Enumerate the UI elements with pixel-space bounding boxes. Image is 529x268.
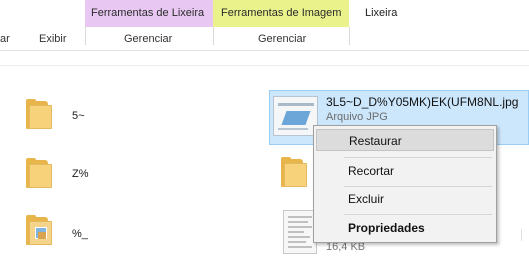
file-name[interactable]: Z% (72, 168, 89, 180)
selected-file-name[interactable]: 3L5~D_D%Y05MK)EK(UFM8NL.jpg (326, 95, 518, 109)
ribbon: Ferramentas de Lixeira Ferramentas de Im… (0, 0, 529, 50)
scrollbar[interactable] (521, 229, 529, 241)
menu-item-properties[interactable]: Propriedades (316, 217, 494, 239)
file-name[interactable]: 5~ (72, 110, 85, 122)
address-bar-area (0, 51, 529, 65)
folder-icon (26, 99, 52, 129)
folder-with-image-icon (26, 215, 52, 245)
tab-recycle-bin[interactable]: Lixeira (365, 7, 397, 19)
recycle-tools-label: Ferramentas de Lixeira (91, 7, 205, 19)
menu-item-label: Restaurar (349, 134, 402, 148)
menu-item-label: Excluir (348, 192, 385, 206)
selected-file-type: Arquivo JPG (326, 111, 388, 123)
tab-manage-image[interactable]: Gerenciar (258, 33, 306, 45)
menu-separator (344, 186, 492, 187)
menu-separator (344, 214, 492, 215)
menu-separator (344, 157, 492, 158)
menu-item-restore[interactable]: Restaurar (316, 129, 494, 151)
menu-item-label: Propriedades (348, 221, 425, 235)
context-menu: Restaurar Recortar Excluir Propriedades (313, 125, 497, 243)
document-thumbnail-icon[interactable] (283, 210, 317, 254)
menu-item-cut[interactable]: Recortar (316, 160, 494, 182)
menu-item-delete[interactable]: Excluir (316, 188, 494, 210)
ribbon-divider (213, 27, 214, 45)
ribbon-divider (349, 27, 350, 45)
image-thumbnail-icon (273, 96, 318, 136)
address-bar-border (0, 65, 529, 66)
tab-partial[interactable]: ar (0, 33, 10, 45)
image-tools-label: Ferramentas de Imagem (221, 7, 342, 19)
folder-icon (26, 158, 52, 188)
menu-item-label: Recortar (348, 164, 395, 178)
ribbon-divider (85, 27, 86, 45)
tab-manage-recycle[interactable]: Gerenciar (124, 33, 172, 45)
tab-view[interactable]: Exibir (39, 33, 67, 45)
file-name[interactable]: %_ (72, 228, 88, 240)
folder-icon (281, 157, 307, 187)
